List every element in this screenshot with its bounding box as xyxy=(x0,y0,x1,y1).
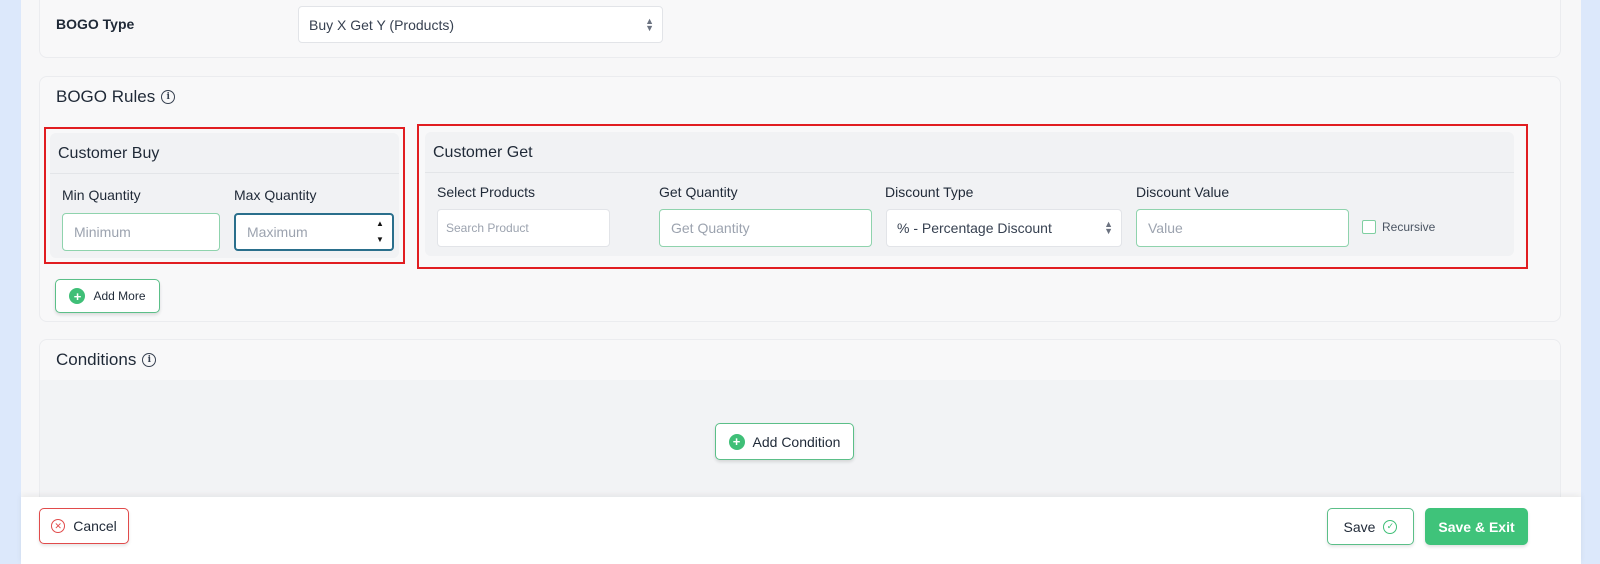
number-stepper[interactable]: ▲ ▼ xyxy=(374,219,386,245)
search-product-input[interactable]: Search Product xyxy=(437,209,610,247)
cancel-label: Cancel xyxy=(73,518,117,534)
discount-type-select[interactable]: % - Percentage Discount ▲ ▼ xyxy=(886,209,1122,247)
bogo-rules-card: BOGO Rules i Customer Buy Min Quantity M… xyxy=(39,76,1561,322)
conditions-heading: Conditions i xyxy=(56,350,157,370)
stepper-up-icon[interactable]: ▲ xyxy=(376,219,384,229)
max-quantity-input[interactable]: Maximum ▲ ▼ xyxy=(234,213,394,251)
stepper-down-icon[interactable]: ▼ xyxy=(376,235,384,245)
get-quantity-input[interactable]: Get Quantity xyxy=(659,209,872,247)
get-quantity-placeholder: Get Quantity xyxy=(671,220,750,236)
add-condition-button[interactable]: + Add Condition xyxy=(715,423,854,460)
discount-value-label: Discount Value xyxy=(1136,184,1230,200)
conditions-header xyxy=(40,340,1560,380)
recursive-checkbox[interactable] xyxy=(1362,220,1376,234)
discount-type-label: Discount Type xyxy=(885,184,974,200)
recursive-label: Recursive xyxy=(1382,220,1436,234)
customer-buy-panel: Customer Buy Min Quantity Minimum Max Qu… xyxy=(50,133,399,258)
recursive-toggle[interactable]: Recursive xyxy=(1362,220,1435,234)
bogo-rules-title: BOGO Rules xyxy=(56,87,156,106)
save-button[interactable]: Save ✓ xyxy=(1327,508,1414,545)
info-icon[interactable]: i xyxy=(161,90,176,104)
discount-value-placeholder: Value xyxy=(1148,220,1183,236)
discount-type-value: % - Percentage Discount xyxy=(897,220,1052,236)
bogo-type-value: Buy X Get Y (Products) xyxy=(309,16,454,33)
check-circle-icon: ✓ xyxy=(1383,519,1398,534)
add-condition-label: Add Condition xyxy=(752,433,841,450)
cancel-button[interactable]: ✕ Cancel xyxy=(39,508,129,544)
add-more-button[interactable]: + Add More xyxy=(55,279,160,313)
save-exit-button[interactable]: Save & Exit xyxy=(1425,508,1528,545)
max-quantity-placeholder: Maximum xyxy=(247,224,308,240)
bogo-type-label: BOGO Type xyxy=(56,16,135,32)
chevron-updown-icon: ▲ ▼ xyxy=(1104,219,1113,236)
max-quantity-label: Max Quantity xyxy=(234,187,317,203)
customer-get-highlight: Customer Get Select Products Search Prod… xyxy=(417,124,1528,269)
divider xyxy=(50,173,399,174)
get-quantity-label: Get Quantity xyxy=(659,184,738,200)
bogo-type-card: BOGO Type Buy X Get Y (Products) ▲ ▼ xyxy=(39,0,1561,58)
select-products-label: Select Products xyxy=(437,184,536,200)
min-quantity-input[interactable]: Minimum xyxy=(62,213,220,251)
save-exit-label: Save & Exit xyxy=(1438,518,1515,535)
page: BOGO Type Buy X Get Y (Products) ▲ ▼ BOGO… xyxy=(21,0,1581,564)
plus-circle-icon: + xyxy=(69,288,86,304)
customer-get-title: Customer Get xyxy=(433,144,533,161)
footer-bar: ✕ Cancel Save ✓ Save & Exit xyxy=(21,497,1581,564)
customer-buy-title: Customer Buy xyxy=(58,145,160,162)
search-product-placeholder: Search Product xyxy=(446,221,529,235)
chevron-updown-icon: ▲ ▼ xyxy=(645,15,654,33)
save-label: Save xyxy=(1343,518,1376,535)
close-circle-icon: ✕ xyxy=(51,519,66,533)
conditions-title: Conditions xyxy=(56,350,137,369)
bogo-rules-heading: BOGO Rules i xyxy=(56,87,176,107)
bogo-type-select[interactable]: Buy X Get Y (Products) ▲ ▼ xyxy=(298,6,663,43)
add-more-label: Add More xyxy=(93,289,146,303)
customer-buy-highlight: Customer Buy Min Quantity Minimum Max Qu… xyxy=(44,127,405,264)
min-quantity-label: Min Quantity xyxy=(62,187,141,203)
discount-value-input[interactable]: Value xyxy=(1136,209,1349,247)
min-quantity-placeholder: Minimum xyxy=(74,224,131,240)
divider xyxy=(425,172,1514,173)
customer-get-panel: Customer Get Select Products Search Prod… xyxy=(425,132,1514,256)
conditions-card: Conditions i + Add Condition xyxy=(39,339,1561,519)
plus-circle-icon: + xyxy=(728,433,745,450)
info-icon[interactable]: i xyxy=(142,353,157,367)
